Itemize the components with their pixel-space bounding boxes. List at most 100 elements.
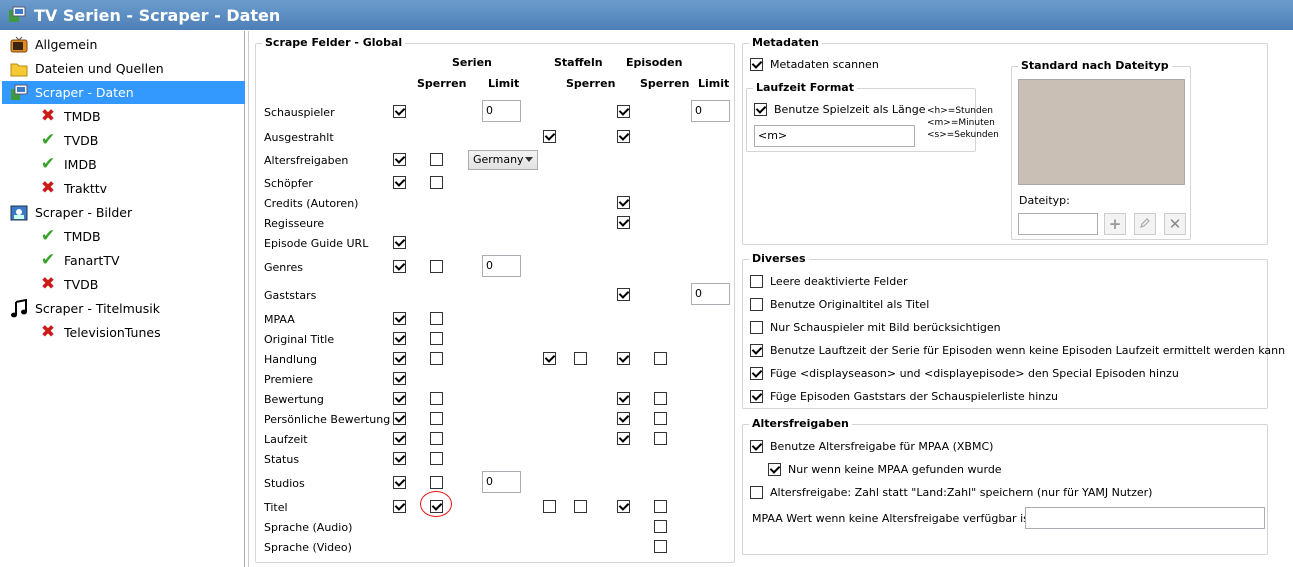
altersfreigaben-s-lock-checkbox[interactable] xyxy=(430,153,443,166)
ausgestrahlt-st-on-checkbox[interactable] xyxy=(543,130,556,143)
laufzeit-e-lock-checkbox[interactable] xyxy=(654,432,667,445)
pers-nliche-bewertung-s-on-checkbox[interactable] xyxy=(393,412,406,425)
sidebar-item-label: Dateien und Quellen xyxy=(35,61,164,76)
diverses-option-3-checkbox[interactable] xyxy=(750,344,763,357)
titel-e-on-checkbox[interactable] xyxy=(617,500,630,513)
schauspieler-serien-limit-input[interactable]: 0 xyxy=(482,100,521,122)
sidebar-item-televisiontunes[interactable]: ✖ TelevisionTunes xyxy=(2,321,245,344)
picture-icon xyxy=(9,203,29,223)
mpaa-fallback-input[interactable] xyxy=(1025,507,1265,529)
handlung-st-lock-checkbox[interactable] xyxy=(574,352,587,365)
row-label-episode-guide-url: Episode Guide URL xyxy=(264,237,369,250)
row-label-altersfreigaben: Altersfreigaben xyxy=(264,154,349,167)
sprache-audio-e-lock-checkbox[interactable] xyxy=(654,520,667,533)
sidebar-item-label: TMDB xyxy=(64,229,101,244)
only-no-mpaa-checkbox[interactable] xyxy=(768,463,781,476)
diverses-option-3-label: Benutze Lauftzeit der Serie für Episoden… xyxy=(770,344,1286,357)
sidebar-item-dateien-und-quellen[interactable]: Dateien und Quellen xyxy=(2,57,245,80)
status-s-on-checkbox[interactable] xyxy=(393,452,406,465)
gaststars-e-on-checkbox[interactable] xyxy=(617,288,630,301)
episode-guide-url-s-on-checkbox[interactable] xyxy=(393,236,406,249)
row-label-laufzeit: Laufzeit xyxy=(264,433,308,446)
handlung-e-on-checkbox[interactable] xyxy=(617,352,630,365)
handlung-s-lock-checkbox[interactable] xyxy=(430,352,443,365)
sidebar-item-trakttv[interactable]: ✖ Trakttv xyxy=(2,177,245,200)
header-serien: Serien xyxy=(452,56,492,69)
mpaa-s-lock-checkbox[interactable] xyxy=(430,312,443,325)
sidebar-item-scraper-titelmusik[interactable]: Scraper - Titelmusik xyxy=(2,297,245,320)
sidebar-item-label: IMDB xyxy=(64,157,97,172)
pers-nliche-bewertung-e-on-checkbox[interactable] xyxy=(617,412,630,425)
handlung-s-on-checkbox[interactable] xyxy=(393,352,406,365)
bewertung-e-lock-checkbox[interactable] xyxy=(654,392,667,405)
diverses-option-4-checkbox[interactable] xyxy=(750,367,763,380)
titel-s-on-checkbox[interactable] xyxy=(393,500,406,513)
bewertung-e-on-checkbox[interactable] xyxy=(617,392,630,405)
only-no-mpaa-label: Nur wenn keine MPAA gefunden wurde xyxy=(788,463,1002,476)
sidebar-item-allgemein[interactable]: Allgemein xyxy=(2,33,245,56)
runtime-length-checkbox[interactable] xyxy=(754,103,767,116)
mpaa-s-on-checkbox[interactable] xyxy=(393,312,406,325)
sidebar-item-tvdb[interactable]: ✔ TVDB xyxy=(2,129,245,152)
studios-s-on-checkbox[interactable] xyxy=(393,476,406,489)
diverses-option-1-checkbox[interactable] xyxy=(750,298,763,311)
genres-s-on-checkbox[interactable] xyxy=(393,260,406,273)
pers-nliche-bewertung-e-lock-checkbox[interactable] xyxy=(654,412,667,425)
row-label-schauspieler: Schauspieler xyxy=(264,106,335,119)
dateityp-input[interactable] xyxy=(1018,213,1098,235)
runtime-format-input[interactable]: <m> xyxy=(754,125,915,147)
genres-serien-limit-input[interactable]: 0 xyxy=(482,255,521,277)
sidebar-item-fanarttv[interactable]: ✔ FanartTV xyxy=(2,249,245,272)
sch-pfer-s-lock-checkbox[interactable] xyxy=(430,176,443,189)
handlung-st-on-checkbox[interactable] xyxy=(543,352,556,365)
schauspieler-e-on-checkbox[interactable] xyxy=(617,105,630,118)
laufzeit-e-on-checkbox[interactable] xyxy=(617,432,630,445)
titel-e-lock-checkbox[interactable] xyxy=(654,500,667,513)
studios-s-lock-checkbox[interactable] xyxy=(430,476,443,489)
premiere-s-on-checkbox[interactable] xyxy=(393,372,406,385)
row-label-mpaa: MPAA xyxy=(264,313,295,326)
yamj-label: Altersfreigabe: Zahl statt "Land:Zahl" s… xyxy=(770,486,1153,499)
bewertung-s-on-checkbox[interactable] xyxy=(393,392,406,405)
remove-dateityp-button[interactable]: ✕ xyxy=(1164,213,1186,235)
sidebar-item-tmdb[interactable]: ✖ TMDB xyxy=(2,105,245,128)
sprache-video-e-lock-checkbox[interactable] xyxy=(654,540,667,553)
mpaa-checkbox[interactable] xyxy=(750,440,763,453)
edit-dateityp-button[interactable] xyxy=(1134,213,1156,235)
diverses-option-0-checkbox[interactable] xyxy=(750,275,763,288)
sch-pfer-s-on-checkbox[interactable] xyxy=(393,176,406,189)
titel-st-lock-checkbox[interactable] xyxy=(574,500,587,513)
sidebar-item-label: Scraper - Titelmusik xyxy=(35,301,160,316)
pers-nliche-bewertung-s-lock-checkbox[interactable] xyxy=(430,412,443,425)
schauspieler-episoden-limit-input[interactable]: 0 xyxy=(691,100,730,122)
schauspieler-s-on-checkbox[interactable] xyxy=(393,105,406,118)
diverses-option-5-checkbox[interactable] xyxy=(750,390,763,403)
altersfreigaben-country-select[interactable]: Germany xyxy=(468,150,538,170)
diverses-option-2-checkbox[interactable] xyxy=(750,321,763,334)
original-title-s-lock-checkbox[interactable] xyxy=(430,332,443,345)
original-title-s-on-checkbox[interactable] xyxy=(393,332,406,345)
bewertung-s-lock-checkbox[interactable] xyxy=(430,392,443,405)
laufzeit-s-on-checkbox[interactable] xyxy=(393,432,406,445)
yamj-checkbox[interactable] xyxy=(750,486,763,499)
titel-st-on-checkbox[interactable] xyxy=(543,500,556,513)
sidebar-item-imdb[interactable]: ✔ IMDB xyxy=(2,153,245,176)
laufzeit-s-lock-checkbox[interactable] xyxy=(430,432,443,445)
handlung-e-lock-checkbox[interactable] xyxy=(654,352,667,365)
status-s-lock-checkbox[interactable] xyxy=(430,452,443,465)
sidebar-item-tmdb[interactable]: ✔ TMDB xyxy=(2,225,245,248)
sidebar-item-scraper-daten[interactable]: Scraper - Daten xyxy=(2,81,245,104)
row-label-bewertung: Bewertung xyxy=(264,393,324,406)
sidebar-item-scraper-bilder[interactable]: Scraper - Bilder xyxy=(2,201,245,224)
sidebar-item-tvdb[interactable]: ✖ TVDB xyxy=(2,273,245,296)
row-label-status: Status xyxy=(264,453,300,466)
add-dateityp-button[interactable]: + xyxy=(1104,213,1126,235)
genres-s-lock-checkbox[interactable] xyxy=(430,260,443,273)
regisseure-e-on-checkbox[interactable] xyxy=(617,216,630,229)
metadaten-scan-checkbox[interactable] xyxy=(750,58,763,71)
gaststars-episoden-limit-input[interactable]: 0 xyxy=(691,283,730,305)
studios-serien-limit-input[interactable]: 0 xyxy=(482,471,521,493)
credits-autoren-e-on-checkbox[interactable] xyxy=(617,196,630,209)
ausgestrahlt-e-on-checkbox[interactable] xyxy=(617,130,630,143)
altersfreigaben-s-on-checkbox[interactable] xyxy=(393,153,406,166)
